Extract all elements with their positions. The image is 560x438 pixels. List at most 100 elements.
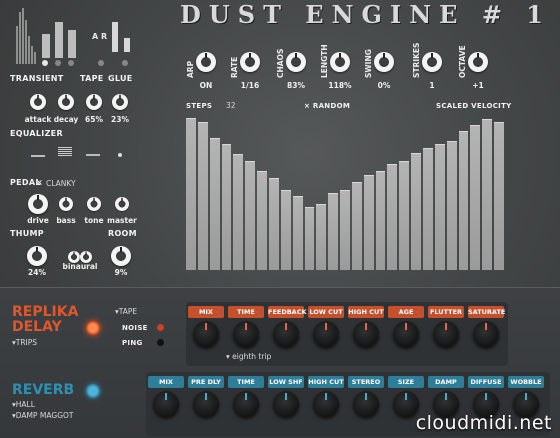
replika-param-label-6: FLUTTER — [428, 306, 464, 318]
reverb-param-label-1: PRE DLY — [188, 376, 224, 388]
tape-meter-2 — [124, 38, 130, 52]
reverb-param-label-7: DAMP — [428, 376, 464, 388]
bass-knob[interactable] — [59, 197, 73, 211]
eq-band-1[interactable] — [31, 155, 45, 157]
param-knob-1[interactable] — [240, 52, 260, 72]
pedal-name[interactable]: CLANKY — [46, 179, 76, 188]
sequencer-step-bar[interactable] — [470, 125, 481, 270]
reverb-preset-2[interactable]: ▾DAMP MAGGOT — [12, 411, 74, 420]
sequencer-step-bar[interactable] — [268, 178, 279, 270]
sequencer-step-bar[interactable] — [280, 190, 291, 270]
sequencer-step-bar[interactable] — [304, 207, 315, 270]
master-knob[interactable] — [115, 197, 129, 211]
replika-knob-4[interactable] — [353, 321, 379, 347]
glue-value: 23% — [111, 115, 129, 124]
reverb-param-label-6: SIZE — [388, 376, 424, 388]
param-value-4: 0% — [377, 81, 391, 90]
tape-knob[interactable] — [86, 94, 102, 110]
sequencer-step-bar[interactable] — [387, 164, 398, 270]
sequencer-step-bar[interactable] — [197, 122, 208, 270]
sequencer-step-bar[interactable] — [482, 119, 493, 270]
sequencer-step-bar[interactable] — [340, 190, 350, 270]
sequencer-step-bar[interactable] — [375, 171, 386, 270]
sequencer-step-bar[interactable] — [446, 141, 457, 270]
sequencer-step-bar[interactable] — [363, 175, 374, 270]
eq-band-3[interactable] — [86, 154, 100, 156]
reverb-param-label-2: TIME — [228, 376, 264, 388]
replika-knob-7[interactable] — [473, 321, 499, 347]
glue-dot[interactable] — [122, 60, 128, 66]
param-knob-4[interactable] — [374, 52, 394, 72]
room-knob[interactable] — [111, 246, 131, 266]
replika-knob-5[interactable] — [393, 321, 419, 347]
attack-knob[interactable] — [30, 94, 46, 110]
replika-knob-1[interactable] — [233, 321, 259, 347]
param-knob-2[interactable] — [286, 52, 306, 72]
transient-shape-icon — [16, 8, 36, 64]
sequencer-step-bar[interactable] — [328, 193, 339, 270]
param-value-3: 118% — [328, 81, 352, 90]
scaled-velocity-label[interactable]: SCALED VELOCITY — [436, 102, 512, 110]
reverb-preset-1[interactable]: ▾HALL — [12, 400, 35, 409]
reverb-knob-5[interactable] — [353, 391, 379, 417]
sequencer-step-bar[interactable] — [458, 131, 469, 270]
replika-knob-0[interactable] — [193, 321, 219, 347]
sequencer-step-bar[interactable] — [257, 171, 267, 270]
reverb-knob-3[interactable] — [273, 391, 299, 417]
ping-led[interactable] — [157, 339, 164, 346]
transient-label: TRANSIENT — [10, 74, 64, 83]
equalizer-label: EQUALIZER — [10, 129, 63, 138]
step-sequencer[interactable] — [185, 116, 505, 270]
drive-knob[interactable] — [28, 194, 48, 214]
tone-knob[interactable] — [87, 197, 101, 211]
param-knob-3[interactable] — [330, 52, 350, 72]
glue-label: GLUE — [108, 74, 133, 83]
sequencer-step-bar[interactable] — [233, 154, 244, 270]
reverb-knob-4[interactable] — [313, 391, 339, 417]
replika-preset[interactable]: ▾TRIPS — [12, 338, 37, 347]
param-knob-0[interactable] — [196, 52, 216, 72]
sequencer-step-bar[interactable] — [245, 161, 256, 270]
sequencer-step-bar[interactable] — [316, 204, 327, 270]
eq-band-4[interactable] — [118, 153, 122, 157]
param-knob-6[interactable] — [468, 52, 488, 72]
transient-dot-1[interactable] — [42, 60, 48, 66]
replika-knob-2[interactable] — [273, 321, 299, 347]
random-button[interactable]: × RANDOM — [304, 102, 350, 110]
pedal-x-icon[interactable]: × — [36, 178, 43, 187]
reverb-param-label-3: LOW SHF — [268, 376, 304, 388]
transient-dot-3[interactable] — [68, 60, 74, 66]
thump-value: 24% — [28, 268, 46, 277]
sequencer-step-bar[interactable] — [434, 144, 445, 270]
reverb-knob-0[interactable] — [153, 391, 179, 417]
replika-power-button[interactable] — [86, 321, 100, 335]
decay-knob[interactable] — [58, 94, 74, 110]
eq-band-2[interactable] — [58, 147, 72, 156]
sequencer-step-bar[interactable] — [221, 144, 232, 270]
tape-dot[interactable] — [98, 60, 104, 66]
noise-led[interactable] — [157, 324, 164, 331]
sequencer-step-bar[interactable] — [399, 161, 410, 270]
sequencer-step-bar[interactable] — [351, 182, 362, 270]
watermark: cloudmidi.net — [415, 412, 552, 434]
glue-knob[interactable] — [112, 94, 128, 110]
sequencer-step-bar[interactable] — [423, 148, 433, 270]
sequencer-step-bar[interactable] — [209, 138, 220, 270]
reverb-power-button[interactable] — [86, 384, 100, 398]
replika-knob-3[interactable] — [313, 321, 339, 347]
param-knob-5[interactable] — [422, 52, 442, 72]
sequencer-step-bar[interactable] — [186, 118, 196, 270]
sequencer-step-bar[interactable] — [411, 153, 422, 270]
reverb-knob-2[interactable] — [233, 391, 259, 417]
tape-mode[interactable]: ▾TAPE — [115, 307, 137, 316]
steps-value[interactable]: 32 — [226, 101, 236, 110]
replika-knob-6[interactable] — [433, 321, 459, 347]
sequencer-step-bar[interactable] — [494, 122, 504, 270]
plugin-title: DUST ENGINE # 1 — [180, 0, 551, 29]
tape-meter — [112, 22, 118, 52]
thump-knob[interactable] — [27, 246, 47, 266]
transient-dot-2[interactable] — [55, 60, 61, 66]
sequencer-step-bar[interactable] — [292, 196, 303, 270]
reverb-knob-1[interactable] — [193, 391, 219, 417]
reverb-param-label-8: DIFFUSE — [468, 376, 504, 388]
